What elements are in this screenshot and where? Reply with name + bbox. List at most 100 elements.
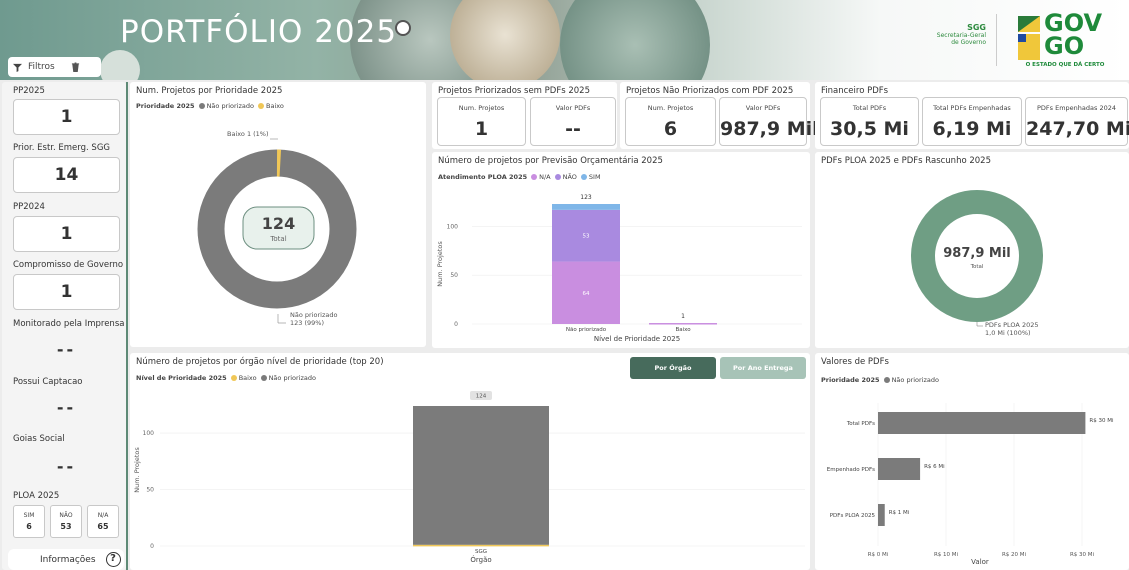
sem-pdfs-valor-value: --: [565, 118, 581, 140]
pp2024-card[interactable]: 1: [13, 216, 120, 252]
info-button[interactable]: Informações ?: [8, 549, 124, 570]
ploa-na-card[interactable]: N/A 65: [87, 505, 119, 538]
nao-prior-valor-label: Valor PDFs: [745, 104, 781, 112]
por-orgao-button[interactable]: Por Órgão: [630, 357, 716, 379]
fin-emp2024-card[interactable]: PDFs Empenhadas 2024 247,70 Mil: [1025, 97, 1129, 146]
monitorado-value: --: [56, 340, 77, 359]
bar-baixo[interactable]: [413, 544, 549, 547]
x-tick-label: R$ 30 Mi: [1070, 552, 1095, 558]
label-baixo: Baixo 1 (1%): [227, 130, 269, 138]
sem-pdfs-valor-card[interactable]: Valor PDFs --: [530, 97, 616, 146]
kpi-sem-pdfs-title: Projetos Priorizados sem PDFs 2025: [438, 86, 590, 96]
bar-valor[interactable]: [878, 458, 921, 480]
fin-emp2024-label: PDFs Empenhadas 2024: [1036, 104, 1116, 112]
valores-chart-panel: Valores de PDFs Prioridade 2025 Não prior…: [815, 353, 1129, 570]
center-value: 124: [261, 214, 296, 233]
x-tick-label: Baixo: [675, 327, 691, 333]
goias-value: --: [56, 457, 77, 476]
fin-total-label: Total PDFs: [852, 104, 887, 112]
filters-label: Filtros: [28, 62, 55, 72]
banner-decoration: [450, 0, 560, 80]
fin-empenhadas-label: Total PDFs Empenhadas: [933, 104, 1011, 112]
bar-segment[interactable]: [552, 204, 620, 210]
pp2025-label: PP2025: [13, 86, 45, 96]
fin-empenhadas-card[interactable]: Total PDFs Empenhadas 6,19 Mi: [922, 97, 1022, 146]
sgg-logo: SGG Secretaria-Geral de Governo: [926, 23, 986, 47]
ploa-na-label: N/A: [97, 512, 109, 519]
bar-valor[interactable]: [878, 504, 885, 526]
pdfs-slice-value: 1,0 Mi (100%): [985, 329, 1031, 337]
previsao-bar-chart[interactable]: 0 50 100 64 53 123 Não priorizado 1 Baixo Nível d…: [432, 152, 810, 348]
sgg-sub2: de Governo: [951, 39, 986, 46]
monitorado-label: Monitorado pela Imprensa: [13, 319, 125, 329]
previsao-chart-panel: Número de projetos por Previsão Orçament…: [432, 152, 810, 348]
ploa-sim-card[interactable]: SIM 6: [13, 505, 45, 538]
y-tick-label: 100: [447, 223, 459, 230]
sem-pdfs-num-value: 1: [474, 118, 489, 140]
filter-icon: [13, 63, 22, 72]
bar-value-label: R$ 6 Mi: [924, 464, 945, 470]
orgao-bar-chart[interactable]: 0 50 100 124 SGGÓrgão Num. Projetos: [130, 353, 810, 570]
pdfs-center-label: Total: [970, 264, 984, 270]
y-tick-label: 100: [143, 430, 155, 437]
x-axis-label: Órgão: [470, 555, 491, 564]
y-tick-label: 50: [450, 272, 458, 279]
y-axis-label: Num. Projetos: [133, 447, 141, 493]
pdfs-donut-panel: PDFs PLOA 2025 e PDFs Rascunho 2025 987,…: [815, 152, 1129, 348]
info-label: Informações: [40, 554, 96, 565]
nao-prior-num-card[interactable]: Num. Projetos 6: [625, 97, 716, 146]
segment-label: 64: [583, 291, 590, 297]
sgg-sub1: Secretaria-Geral: [936, 32, 986, 39]
filters-bar[interactable]: Filtros: [8, 57, 101, 77]
x-tick-label: R$ 20 Mi: [1002, 552, 1027, 558]
help-circle-icon: ?: [105, 552, 121, 567]
por-ano-entrega-button[interactable]: Por Ano Entrega: [720, 357, 806, 379]
trash-icon[interactable]: [71, 62, 80, 72]
sem-pdfs-num-card[interactable]: Num. Projetos 1: [437, 97, 526, 146]
bar-valor[interactable]: [878, 412, 1086, 434]
captacao-label: Possui Captacao: [13, 377, 83, 387]
compromisso-card[interactable]: 1: [13, 274, 120, 310]
nao-prior-valor-card[interactable]: Valor PDFs 987,9 Mil: [719, 97, 819, 146]
bar-value-label: R$ 30 Mi: [1089, 418, 1114, 424]
financeiro-title: Financeiro PDFs: [821, 86, 889, 96]
ploa-nao-value: 53: [60, 522, 72, 531]
bar-segment[interactable]: [649, 323, 717, 325]
fin-emp2024-value: 247,70 Mil: [1026, 118, 1129, 140]
bar-total-label: 123: [580, 194, 592, 201]
pdfs-center-value: 987,9 Mil: [943, 246, 1011, 261]
fin-total-value: 30,5 Mi: [830, 118, 909, 140]
ploa-nao-card[interactable]: NÃO 53: [50, 505, 82, 538]
y-tick-label: 0: [454, 321, 458, 328]
valores-hbar-chart[interactable]: R$ 0 Mi R$ 10 Mi R$ 20 Mi R$ 30 Mi Total PDF…: [815, 353, 1129, 570]
gov-goias-logo: GOV GO O ESTADO QUE DÁ CERTO: [1010, 10, 1118, 72]
fin-total-card[interactable]: Total PDFs 30,5 Mi: [820, 97, 919, 146]
y-tick-label: 0: [150, 543, 154, 550]
ploa-sim-value: 6: [26, 522, 32, 531]
x-tick-label: R$ 0 Mi: [868, 552, 889, 558]
ploa-label: PLOA 2025: [13, 491, 60, 501]
x-tick-label: R$ 10 Mi: [934, 552, 959, 558]
captacao-value: --: [56, 398, 77, 417]
y-tick-label: Empenhado PDFs: [827, 467, 875, 473]
nao-prior-valor-value: 987,9 Mil: [720, 118, 819, 140]
gov-logo-text: GOV GO: [1044, 9, 1103, 60]
bar-nao-priorizado[interactable]: [413, 406, 549, 545]
bar-value-label: R$ 1 Mi: [889, 510, 910, 516]
label-np-value: 123 (99%): [290, 319, 324, 327]
bar-total-label: 1: [681, 313, 685, 320]
logo-divider: [996, 14, 997, 66]
gov-tagline: O ESTADO QUE DÁ CERTO: [1025, 62, 1105, 68]
prior-card[interactable]: 14: [13, 157, 120, 193]
pp2024-label: PP2024: [13, 202, 45, 212]
sgg-name: SGG: [967, 23, 986, 32]
pp2025-card[interactable]: 1: [13, 99, 120, 135]
compromisso-label: Compromisso de Governo: [13, 260, 124, 270]
y-tick-label: PDFs PLOA 2025: [830, 513, 876, 519]
sem-pdfs-valor-label: Valor PDFs: [555, 104, 591, 112]
center-label: Total: [270, 235, 287, 243]
pdfs-slice-label: PDFs PLOA 2025: [985, 321, 1039, 329]
bar-total-label: 124: [476, 394, 487, 400]
kpi-nao-prior-title: Projetos Não Priorizados com PDF 2025: [626, 86, 794, 96]
ploa-sim-label: SIM: [23, 512, 35, 519]
